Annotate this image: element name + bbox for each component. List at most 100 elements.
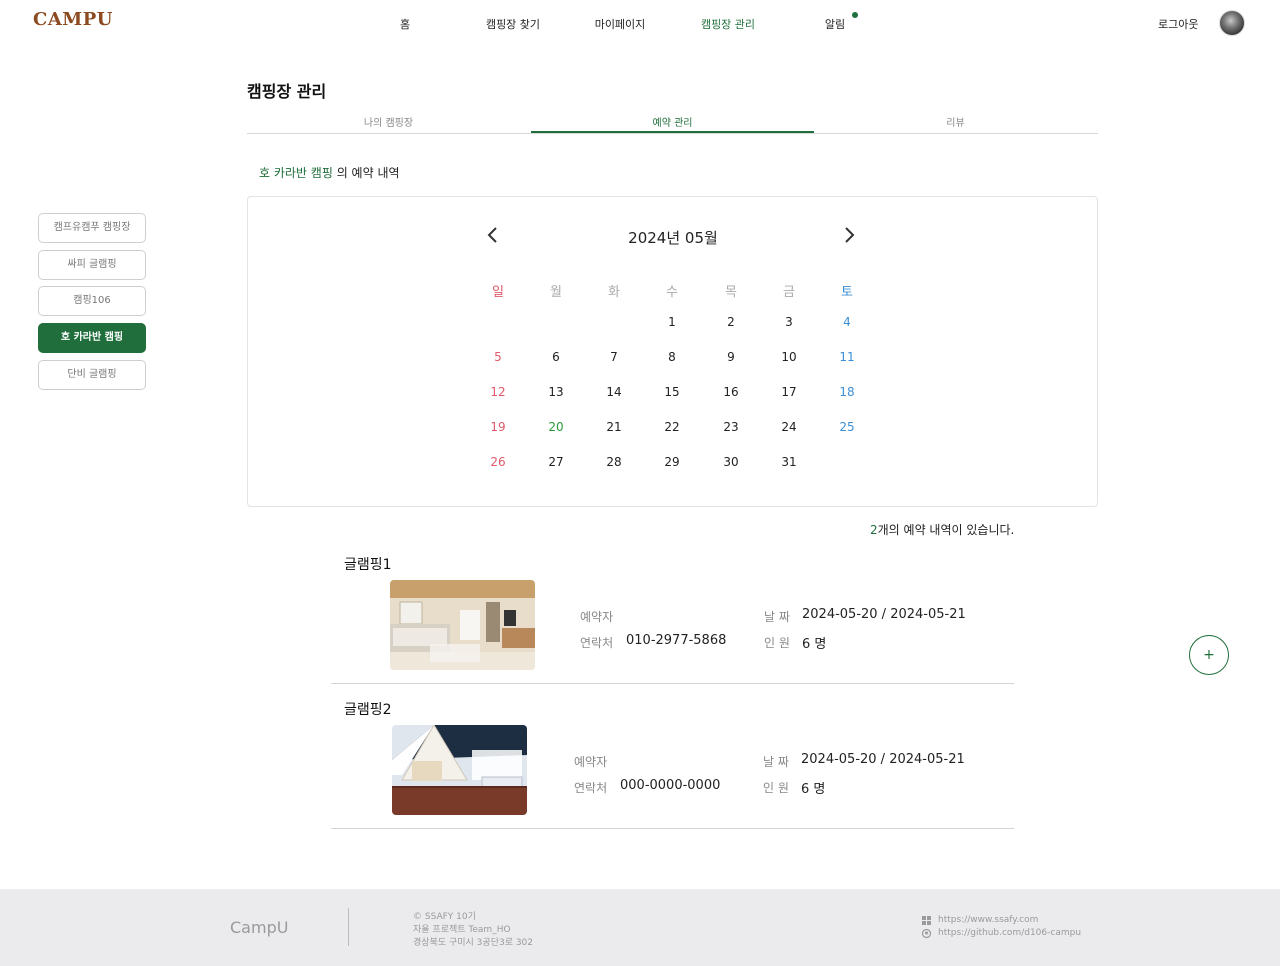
calendar-day[interactable]: 30 xyxy=(711,455,751,469)
top-header: CAMPU 홈 캠핑장 찾기 마이페이지 캠핑장 관리 알림 로그아웃 xyxy=(0,0,1280,44)
notification-dot xyxy=(852,12,858,18)
calendar-day[interactable]: 26 xyxy=(478,455,518,469)
weekday-label: 화 xyxy=(608,285,620,300)
github-icon xyxy=(922,929,931,938)
calendar-day[interactable]: 7 xyxy=(594,350,634,364)
reservation-card: 글램핑2 예약자 연락처 000-0000-0000 날 짜 2024-05-2… xyxy=(331,690,1014,829)
calendar-day[interactable]: 28 xyxy=(594,455,634,469)
weekday-label: 목 xyxy=(725,285,737,300)
calendar-month-title: 2024년 05월 xyxy=(628,229,718,247)
calendar-day[interactable]: 3 xyxy=(769,315,809,329)
calendar-day[interactable]: 1 xyxy=(652,315,692,329)
ssafy-link[interactable]: https://www.ssafy.com xyxy=(938,915,1038,925)
weekday-label: 월 xyxy=(550,285,562,300)
reservation-heading-suffix: 의 예약 내역 xyxy=(336,166,400,180)
tab-review[interactable]: 리뷰 xyxy=(814,114,1097,129)
calendar-day[interactable]: 4 xyxy=(827,315,867,329)
sidebar-item-danbi-glamping[interactable]: 단비 글램핑 xyxy=(38,360,146,390)
nav-notifications[interactable]: 알림 xyxy=(825,16,845,32)
room-photo xyxy=(392,725,527,815)
sidebar-item-campuyu[interactable]: 캠프유캠푸 캠핑장 xyxy=(38,213,146,243)
sidebar-item-ssafy-glamping[interactable]: 싸피 글램핑 xyxy=(38,250,146,280)
reservation-calendar: 2024년 05월 일 월 화 수 목 금 토 1 2 3 4 5 6 7 8 9 10 11 12 13 14 15 16… xyxy=(247,196,1098,507)
room-name: 글램핑1 xyxy=(344,557,392,573)
calendar-day[interactable]: 11 xyxy=(827,350,867,364)
chevron-right-icon[interactable] xyxy=(842,225,856,245)
reservation-card: 글램핑1 예약자 연락처 010-2977-5868 날 짜 2024-05-2… xyxy=(331,545,1014,684)
footer-copyright: © SSAFY 10기 xyxy=(413,912,476,922)
weekday-label: 일 xyxy=(492,285,504,300)
selected-camp-name: 호 카라반 캠핑 xyxy=(259,166,333,180)
nav-home[interactable]: 홈 xyxy=(400,16,410,32)
calendar-day[interactable]: 24 xyxy=(769,420,809,434)
contact-label: 연락처 xyxy=(574,781,608,795)
add-button[interactable]: + xyxy=(1189,635,1229,675)
nav-find-camping[interactable]: 캠핑장 찾기 xyxy=(486,16,540,32)
avatar[interactable] xyxy=(1219,10,1245,36)
footer: CampU © SSAFY 10기 자율 프로젝트 Team_HO 경상북도 구… xyxy=(0,889,1280,966)
contact-label: 연락처 xyxy=(580,636,614,650)
reserver-label: 예약자 xyxy=(574,755,608,769)
contact-value: 000-0000-0000 xyxy=(620,778,721,793)
tab-my-camping[interactable]: 나의 캠핑장 xyxy=(247,114,530,129)
sidebar-item-ho-caravan[interactable]: 호 카라반 캠핑 xyxy=(38,323,146,353)
date-value: 2024-05-20 / 2024-05-21 xyxy=(801,752,965,767)
sidebar-item-camping106[interactable]: 캠핑106 xyxy=(38,286,146,316)
contact-value: 010-2977-5868 xyxy=(626,633,727,648)
calendar-day[interactable]: 25 xyxy=(827,420,867,434)
calendar-day[interactable]: 2 xyxy=(711,315,751,329)
people-label: 인 원 xyxy=(764,636,790,650)
calendar-day[interactable]: 20 xyxy=(536,420,576,434)
footer-brand: CampU xyxy=(230,918,289,937)
nav-mypage[interactable]: 마이페이지 xyxy=(595,16,646,32)
calendar-day[interactable]: 27 xyxy=(536,455,576,469)
nav-camping-manage[interactable]: 캠핑장 관리 xyxy=(701,16,755,32)
date-label: 날 짜 xyxy=(764,610,790,624)
weekday-label: 수 xyxy=(666,285,678,300)
calendar-day[interactable]: 13 xyxy=(536,385,576,399)
people-value: 6 명 xyxy=(801,782,826,797)
reservation-count: 2 xyxy=(870,523,878,537)
weekday-label: 토 xyxy=(841,285,853,300)
github-link[interactable]: https://github.com/d106-campu xyxy=(938,928,1081,938)
reservation-count-suffix: 개의 예약 내역이 있습니다. xyxy=(877,523,1015,537)
date-label: 날 짜 xyxy=(763,755,789,769)
footer-team: 자율 프로젝트 Team_HO xyxy=(413,925,511,935)
people-label: 인 원 xyxy=(763,781,789,795)
active-tab-indicator xyxy=(531,131,814,133)
room-photo xyxy=(390,580,535,670)
calendar-day[interactable]: 22 xyxy=(652,420,692,434)
calendar-day[interactable]: 5 xyxy=(478,350,518,364)
calendar-day[interactable]: 19 xyxy=(478,420,518,434)
footer-address: 경상북도 구미시 3공단3로 302 xyxy=(413,938,534,948)
calendar-day[interactable]: 21 xyxy=(594,420,634,434)
reserver-label: 예약자 xyxy=(580,610,614,624)
calendar-day[interactable]: 12 xyxy=(478,385,518,399)
calendar-day[interactable]: 8 xyxy=(652,350,692,364)
reservation-count-text: 2개의 예약 내역이 있습니다. xyxy=(870,521,1014,538)
people-value: 6 명 xyxy=(802,637,827,652)
calendar-day[interactable]: 31 xyxy=(769,455,809,469)
logout-button[interactable]: 로그아웃 xyxy=(1158,16,1198,32)
reservation-heading: 호 카라반 캠핑 의 예약 내역 xyxy=(259,164,400,181)
chevron-left-icon[interactable] xyxy=(486,225,500,245)
footer-divider xyxy=(348,908,349,946)
tab-reservation-manage[interactable]: 예약 관리 xyxy=(531,114,814,129)
room-name: 글램핑2 xyxy=(344,702,392,718)
calendar-day[interactable]: 23 xyxy=(711,420,751,434)
calendar-day[interactable]: 29 xyxy=(652,455,692,469)
calendar-day[interactable]: 10 xyxy=(769,350,809,364)
calendar-day[interactable]: 16 xyxy=(711,385,751,399)
date-value: 2024-05-20 / 2024-05-21 xyxy=(802,607,966,622)
calendar-day[interactable]: 9 xyxy=(711,350,751,364)
tab-bar: 나의 캠핑장 예약 관리 리뷰 xyxy=(247,112,1098,134)
page-title: 캠핑장 관리 xyxy=(247,82,327,101)
calendar-day[interactable]: 17 xyxy=(769,385,809,399)
campu-logo[interactable]: CAMPU xyxy=(33,9,113,30)
calendar-day[interactable]: 14 xyxy=(594,385,634,399)
weekday-label: 금 xyxy=(783,285,795,300)
calendar-day[interactable]: 6 xyxy=(536,350,576,364)
windows-icon xyxy=(922,916,931,925)
calendar-day[interactable]: 15 xyxy=(652,385,692,399)
calendar-day[interactable]: 18 xyxy=(827,385,867,399)
